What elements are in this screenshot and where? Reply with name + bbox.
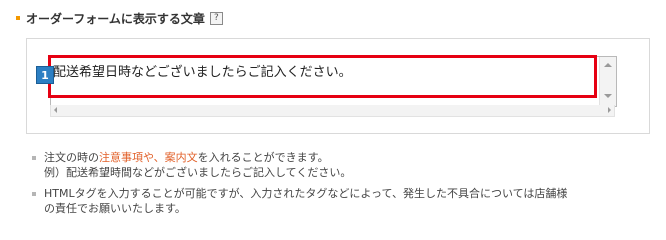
note-line: HTMLタグを入力することが可能ですが、入力されたタグなどによって、発生した不具… <box>44 187 568 200</box>
vertical-scrollbar[interactable] <box>599 57 616 106</box>
note-example-line: 例）配送希望時間などがございましたらご記入してください。 <box>44 166 352 179</box>
help-button[interactable]: ? <box>209 11 223 25</box>
notes-list: 注文の時の注意事項や、案内文を入れることができます。 例）配送希望時間などがござ… <box>32 150 652 222</box>
section-bullet-icon <box>16 16 20 20</box>
note-line: の責任でお願いいたします。 <box>44 202 186 215</box>
step-number-badge: 1 <box>36 66 54 84</box>
scroll-up-icon[interactable] <box>604 63 612 67</box>
note-text: 注文の時の <box>44 151 99 164</box>
note-bullet-icon <box>32 156 36 160</box>
note-highlight-separator: 、 <box>153 151 165 164</box>
note-line: 注文の時の注意事項や、案内文を入れることができます。 <box>44 150 652 165</box>
note-highlight-precautions: 注意事項や <box>99 151 154 164</box>
horizontal-scrollbar[interactable] <box>50 105 615 117</box>
order-form-text-value: 配送希望日時などございましたらご記入ください。 <box>53 65 352 80</box>
scroll-right-icon[interactable] <box>608 107 611 113</box>
note-text: を入れることができます。 <box>197 151 329 164</box>
order-form-text-input[interactable]: 配送希望日時などございましたらご記入ください。 <box>50 56 617 107</box>
note-highlight-guidance: 案内文 <box>164 151 198 164</box>
note-item: HTMLタグを入力することが可能ですが、入力されたタグなどによって、発生した不具… <box>32 186 652 216</box>
section-header: オーダーフォームに表示する文章 ? <box>16 10 223 26</box>
scroll-left-icon[interactable] <box>54 107 57 113</box>
section-title: オーダーフォームに表示する文章 <box>26 11 205 26</box>
scroll-down-icon[interactable] <box>604 94 612 98</box>
note-bullet-icon <box>32 192 36 196</box>
note-item: 注文の時の注意事項や、案内文を入れることができます。 例）配送希望時間などがござ… <box>32 150 652 180</box>
